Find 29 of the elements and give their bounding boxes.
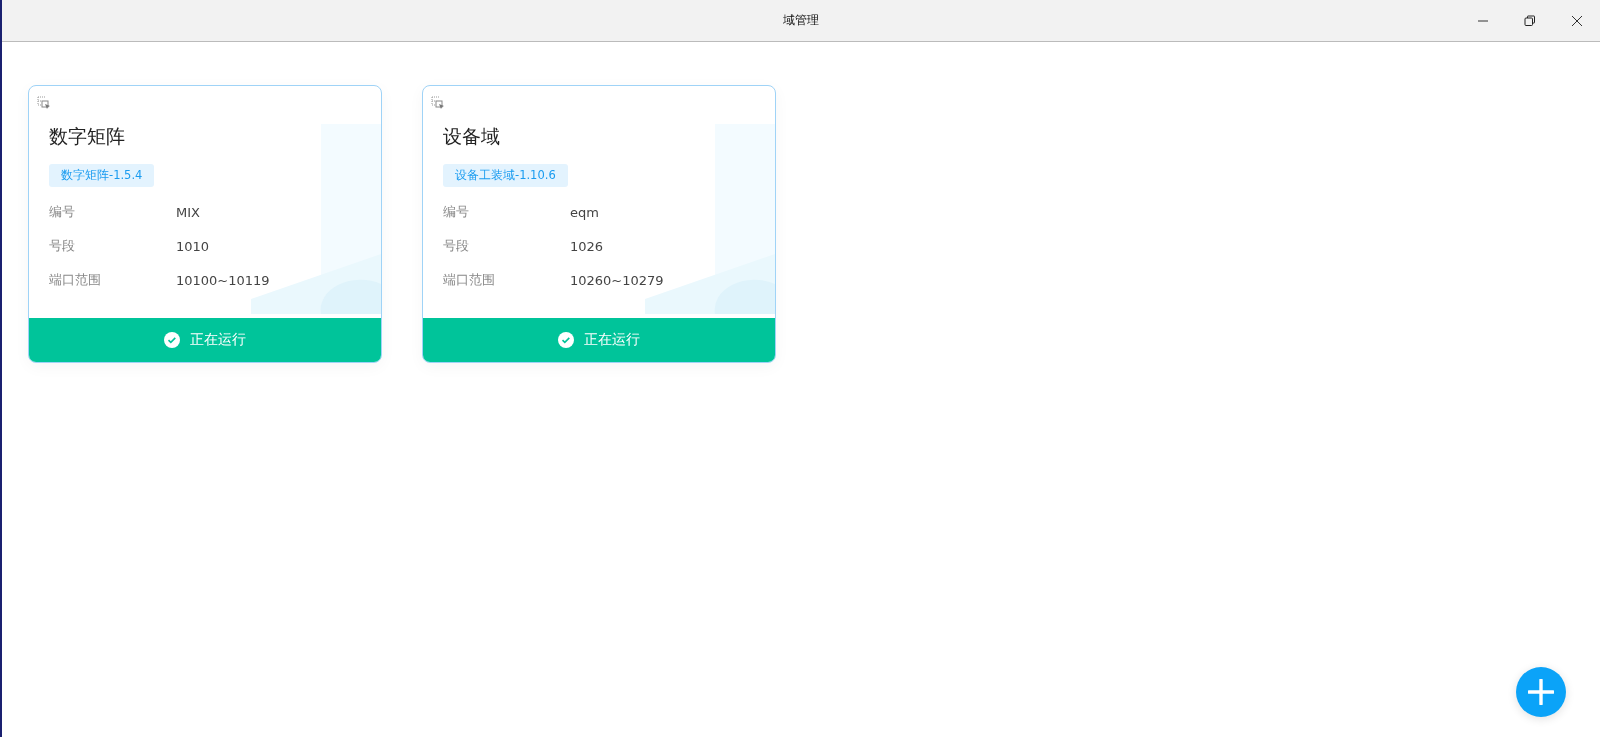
field-label: 号段 [443, 237, 470, 255]
add-button[interactable] [1516, 667, 1566, 717]
domain-name: 设备域 [443, 124, 501, 149]
field-value: 10100~10119 [176, 272, 270, 288]
window-title: 域管理 [783, 12, 819, 29]
status-label: 正在运行 [584, 331, 640, 349]
domain-card[interactable]: 设备域 设备工装域-1.10.6 编号 eqm 号段 1026 端口范围 10260~10279 正在运行 [422, 85, 776, 363]
field-label: 编号 [443, 203, 470, 221]
field-value: eqm [570, 204, 599, 220]
field-label: 端口范围 [443, 271, 496, 289]
field-label: 端口范围 [49, 271, 102, 289]
field-value: 1026 [570, 238, 604, 254]
domain-name: 数字矩阵 [49, 124, 126, 149]
domain-card[interactable]: 数字矩阵 数字矩阵-1.5.4 编号 MIX 号段 1010 端口范围 10100~10119 正在运行 [28, 85, 382, 363]
field-label: 编号 [49, 203, 76, 221]
check-circle-icon [164, 332, 180, 348]
select-cursor-icon[interactable] [37, 96, 51, 109]
field-value: 1010 [176, 238, 210, 254]
field-value: MIX [176, 204, 200, 220]
close-icon [1570, 14, 1583, 27]
check-circle-icon [558, 332, 574, 348]
select-cursor-icon[interactable] [431, 96, 445, 109]
plus-icon [1528, 679, 1554, 705]
version-tag: 设备工装域-1.10.6 [443, 164, 568, 187]
version-tag: 数字矩阵-1.5.4 [49, 164, 155, 187]
field-label: 号段 [49, 237, 76, 255]
status-label: 正在运行 [190, 331, 246, 349]
field-value: 10260~10279 [570, 272, 664, 288]
restore-icon [1523, 14, 1536, 27]
